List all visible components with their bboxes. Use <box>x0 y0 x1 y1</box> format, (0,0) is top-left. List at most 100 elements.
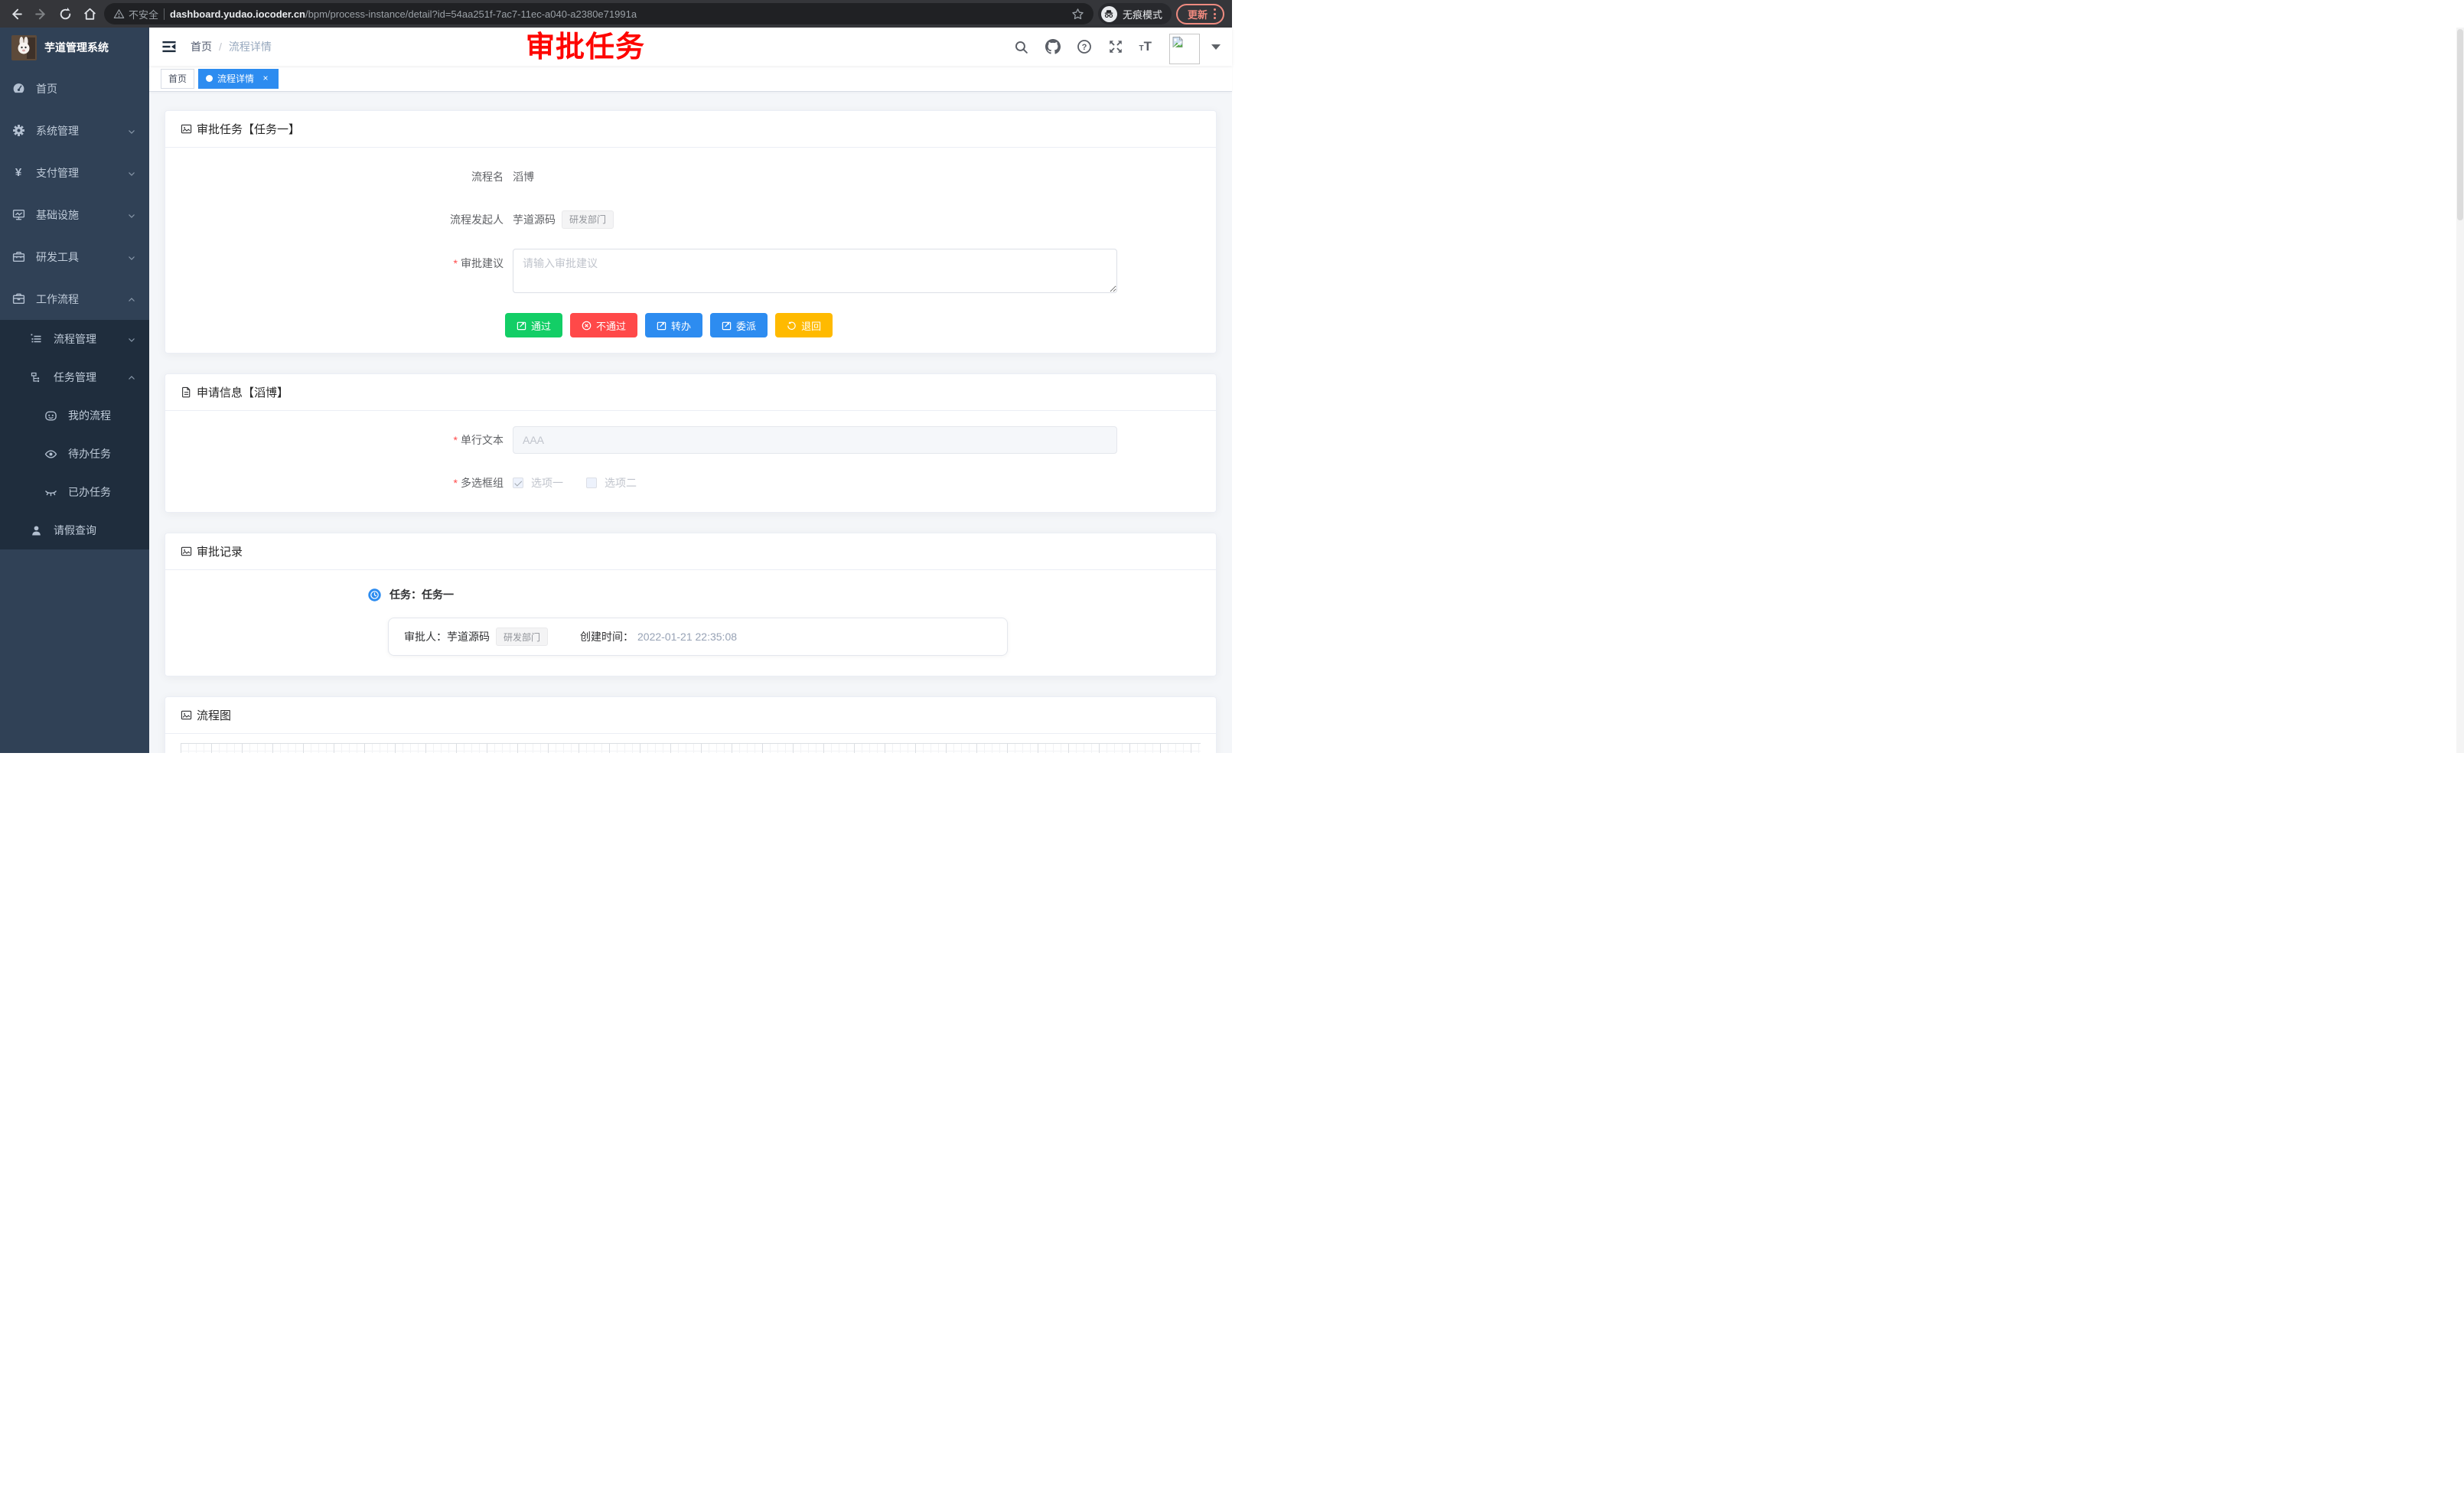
star-icon[interactable] <box>1071 8 1084 21</box>
sidebar-item-leave-query[interactable]: 请假查询 <box>0 511 149 549</box>
chevron-down-icon <box>127 334 136 347</box>
app-logo[interactable]: 芋道管理系统 <box>0 28 149 67</box>
breadcrumb-separator: / <box>219 41 222 53</box>
breadcrumb-home[interactable]: 首页 <box>191 39 212 54</box>
sidebar-item-done-tasks[interactable]: 已办任务 <box>0 473 149 511</box>
picture-icon <box>181 123 192 135</box>
dashboard-icon <box>11 82 25 96</box>
transfer-button[interactable]: 转办 <box>645 313 702 337</box>
workflow-submenu: 流程管理 任务管理 我的流程 待办任务 <box>0 320 149 549</box>
task-title: 任务：任务一 <box>389 587 454 602</box>
application-info-card: 申请信息【滔博】 单行文本 多选框组 选项一 <box>165 373 1217 513</box>
sidebar-item-label: 任务管理 <box>54 370 96 385</box>
list-icon <box>29 332 43 346</box>
suggestion-textarea[interactable] <box>513 249 1117 293</box>
eye-closed-icon <box>44 485 57 499</box>
circle-close-icon <box>582 321 592 331</box>
update-button[interactable]: 更新 <box>1176 4 1224 24</box>
security-label: 不安全 <box>129 7 158 21</box>
edit-icon <box>517 321 526 331</box>
sidebar-item-label: 工作流程 <box>36 292 79 307</box>
site-security[interactable]: 不安全 <box>113 7 158 21</box>
scrollbar-thumb[interactable] <box>2457 29 2463 220</box>
bpmn-diagram-canvas[interactable] <box>181 743 1201 753</box>
warning-icon <box>113 8 125 20</box>
single-text-input <box>513 426 1117 454</box>
logo-image <box>11 35 37 60</box>
sidebar-item-workflow[interactable]: 工作流程 <box>0 278 149 320</box>
sidebar-collapse-icon[interactable] <box>161 38 178 55</box>
clock-icon <box>368 588 381 601</box>
record-timeline: 任务：任务一 审批人： 芋道源码 研发部门 创建时间： 2022-01-21 2… <box>368 587 1201 656</box>
incognito-label: 无痕模式 <box>1123 7 1162 21</box>
sidebar-item-label: 流程管理 <box>54 331 96 347</box>
person-icon <box>29 523 43 537</box>
search-icon[interactable] <box>1014 39 1029 54</box>
process-diagram-card: 流程图 <box>165 696 1217 753</box>
sidebar-item-label: 请假查询 <box>54 523 96 538</box>
face-icon <box>44 409 57 422</box>
chevron-down-icon <box>127 168 136 181</box>
back-icon[interactable] <box>6 4 26 24</box>
dept-tag: 研发部门 <box>562 210 614 229</box>
checkbox-unchecked-icon <box>586 478 597 488</box>
divider <box>164 8 165 20</box>
timeline-item-head: 任务：任务一 <box>368 587 1201 602</box>
page-scrollbar[interactable] <box>2456 28 2464 753</box>
sidebar-item-task-mgmt[interactable]: 任务管理 <box>0 358 149 396</box>
checkbox-option1: 选项一 <box>513 469 563 497</box>
form-row-process-name: 流程名 滔博 <box>181 163 1201 191</box>
sidebar-item-process-mgmt[interactable]: 流程管理 <box>0 320 149 358</box>
sidebar-item-system[interactable]: 系统管理 <box>0 109 149 152</box>
fullscreen-icon[interactable] <box>1108 39 1123 54</box>
browser-toolbar: 不安全 dashboard.yudao.iocoder.cn/bpm/proce… <box>0 0 1232 28</box>
close-icon[interactable] <box>260 73 271 84</box>
address-bar[interactable]: 不安全 dashboard.yudao.iocoder.cn/bpm/proce… <box>104 3 1093 24</box>
svg-text:?: ? <box>1081 43 1087 52</box>
chevron-down-icon <box>127 253 136 265</box>
checkbox-label: 选项二 <box>605 469 637 497</box>
avatar[interactable] <box>1169 34 1200 64</box>
picture-icon <box>181 546 192 557</box>
sidebar-item-my-process[interactable]: 我的流程 <box>0 396 149 435</box>
card-title: 审批任务【任务一】 <box>197 121 300 137</box>
github-icon[interactable] <box>1045 39 1061 54</box>
help-icon[interactable]: ? <box>1077 39 1092 54</box>
incognito-badge: 无痕模式 <box>1098 3 1172 24</box>
tab-process-detail[interactable]: 流程详情 <box>198 69 279 89</box>
breadcrumb-current: 流程详情 <box>229 39 272 54</box>
caret-down-icon[interactable] <box>1211 44 1221 50</box>
card-title: 审批记录 <box>197 543 243 559</box>
create-time-label: 创建时间： <box>580 629 634 644</box>
page-content: 审批任务【任务一】 流程名 滔博 流程发起人 芋道源码 研发部门 <box>149 92 1232 753</box>
assignee-label: 审批人： <box>404 629 447 644</box>
dept-tag: 研发部门 <box>496 628 548 646</box>
approval-record-card: 审批记录 任务：任务一 审批人： 芋道源码 研发部门 创建时间： <box>165 533 1217 676</box>
sidebar-item-infra[interactable]: 基础设施 <box>0 194 149 236</box>
update-label: 更新 <box>1188 7 1208 21</box>
form-row-single-text: 单行文本 <box>181 426 1201 454</box>
initiator-name: 芋道源码 <box>513 206 556 233</box>
home-icon[interactable] <box>80 4 99 24</box>
sidebar-item-payment[interactable]: ¥ 支付管理 <box>0 152 149 194</box>
reject-button[interactable]: 不通过 <box>570 313 637 337</box>
tab-home[interactable]: 首页 <box>161 69 194 89</box>
forward-icon[interactable] <box>31 4 51 24</box>
card-header: 审批记录 <box>165 533 1216 570</box>
reload-icon[interactable] <box>55 4 75 24</box>
sidebar-item-home[interactable]: 首页 <box>0 67 149 109</box>
card-header: 审批任务【任务一】 <box>165 111 1216 148</box>
sidebar-item-todo-tasks[interactable]: 待办任务 <box>0 435 149 473</box>
sidebar-item-label: 已办任务 <box>68 484 111 500</box>
record-detail-card: 审批人： 芋道源码 研发部门 创建时间： 2022-01-21 22:35:08 <box>388 618 1008 656</box>
initiator-value: 芋道源码 研发部门 <box>513 206 614 233</box>
sidebar-item-devtools[interactable]: 研发工具 <box>0 236 149 278</box>
return-button[interactable]: 退回 <box>775 313 833 337</box>
picture-icon <box>181 709 192 721</box>
refresh-left-icon <box>787 321 797 331</box>
delegate-button[interactable]: 委派 <box>710 313 768 337</box>
font-size-icon[interactable] <box>1139 40 1152 54</box>
field-label: 审批建议 <box>181 249 513 271</box>
approve-button[interactable]: 通过 <box>505 313 562 337</box>
more-menu-dots[interactable] <box>1214 8 1216 19</box>
